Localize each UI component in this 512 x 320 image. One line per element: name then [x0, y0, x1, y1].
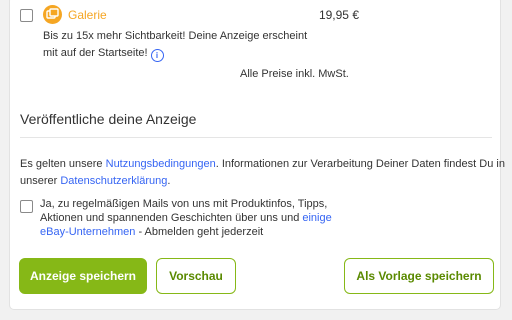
newsletter-line2: Aktionen und spannenden Geschichten über…: [40, 211, 332, 225]
galerie-price: 19,95 €: [318, 8, 359, 22]
terms-part3: unserer: [20, 175, 61, 187]
terms-line1: Es gelten unsere Nutzungsbedingungen. In…: [20, 156, 505, 173]
terms-part1: Es gelten unsere: [20, 158, 106, 170]
newsletter-line3: eBay-Unternehmen - Abmelden geht jederze…: [40, 225, 332, 239]
publish-heading: Veröffentliche deine Anzeige: [20, 111, 197, 127]
prices-note: Alle Preise inkl. MwSt.: [240, 68, 349, 80]
galerie-checkbox[interactable]: [20, 9, 33, 22]
galerie-description: Bis zu 15x mehr Sichtbarkeit! Deine Anze…: [43, 28, 307, 62]
save-as-template-button[interactable]: Als Vorlage speichern: [344, 258, 494, 294]
privacy-policy-link[interactable]: Datenschutzerklärung: [60, 175, 167, 187]
terms-text: Es gelten unsere Nutzungsbedingungen. In…: [20, 156, 505, 190]
terms-part4: .: [167, 175, 171, 187]
newsletter-line2-text: Aktionen und spannenden Geschichten über…: [40, 212, 303, 224]
ebay-companies-link-part2[interactable]: eBay-Unternehmen: [40, 226, 135, 238]
galerie-description-line2: mit auf der Startseite! i: [43, 45, 307, 62]
newsletter-line1: Ja, zu regelmäßigen Mails von uns mit Pr…: [40, 198, 328, 210]
section-divider: [20, 137, 492, 138]
info-icon[interactable]: i: [150, 49, 164, 62]
terms-part2: . Informationen zur Verarbeitung Deiner …: [215, 158, 505, 170]
galerie-label: Galerie: [68, 8, 107, 22]
newsletter-optin-text: Ja, zu regelmäßigen Mails von uns mit Pr…: [40, 197, 332, 239]
preview-button[interactable]: Vorschau: [156, 258, 236, 294]
terms-of-use-link[interactable]: Nutzungsbedingungen: [106, 158, 216, 170]
gallery-icon: [43, 5, 62, 24]
save-ad-button[interactable]: Anzeige speichern: [19, 258, 147, 294]
galerie-description-line2-text: mit auf der Startseite!: [43, 47, 148, 59]
newsletter-line3-text: - Abmelden geht jederzeit: [135, 226, 264, 238]
newsletter-checkbox[interactable]: [20, 200, 33, 213]
galerie-description-line1: Bis zu 15x mehr Sichtbarkeit! Deine Anze…: [43, 30, 308, 42]
terms-line2: unserer Datenschutzerklärung.: [20, 173, 496, 190]
ebay-companies-link-part1[interactable]: einige: [302, 212, 331, 224]
